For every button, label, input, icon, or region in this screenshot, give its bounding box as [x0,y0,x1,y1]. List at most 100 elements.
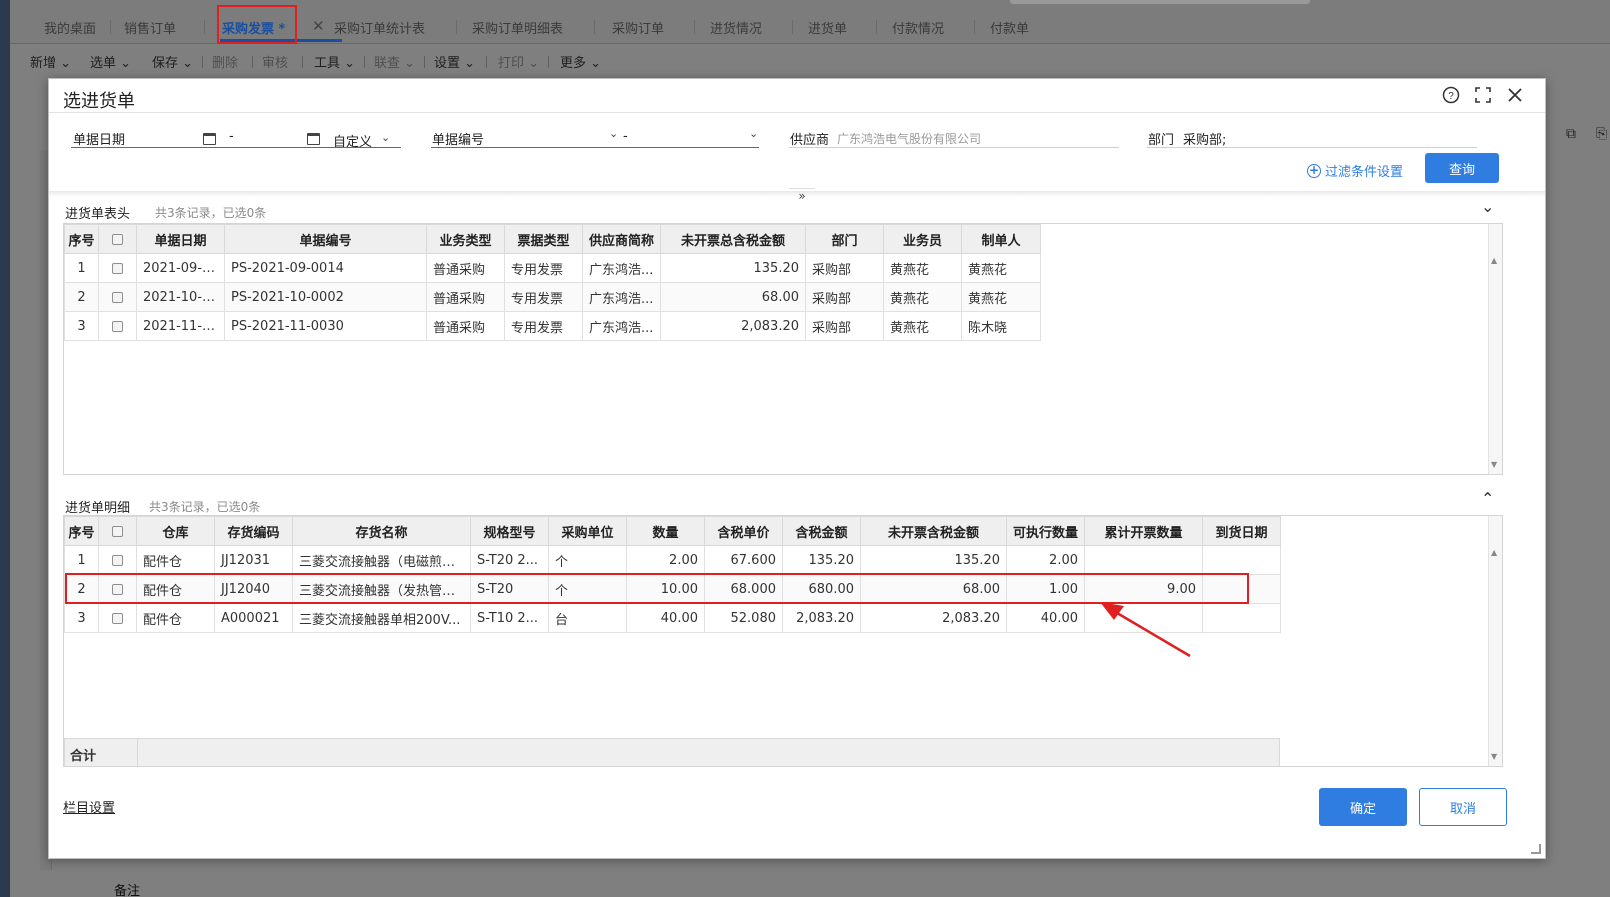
cell-select[interactable] [98,574,137,604]
toolbar-settings-button[interactable]: 设置 ⌄ [434,52,475,71]
tab-po-detail[interactable]: 采购订单明细表 [472,18,563,37]
help-icon[interactable]: ? [1441,85,1461,105]
close-icon[interactable]: ✕ [312,17,325,35]
table-row[interactable]: 2 2021-10-08 PS-2021-10-0002 普通采购 专用发票 广… [64,282,1041,312]
cell-select[interactable] [98,311,137,341]
col-header-supplier[interactable]: 供应商简称 [582,224,661,254]
cell-uninvoiced-amount: 2,083.20 [860,603,1007,633]
supplier-filter-input[interactable]: 广东鸿浩电气股份有限公司 [837,130,981,147]
tab-desktop[interactable]: 我的桌面 [44,18,96,37]
checkbox[interactable] [112,291,123,303]
resize-grip-icon[interactable] [1531,844,1541,854]
checkbox[interactable] [112,262,123,274]
col-header-exec-qty[interactable]: 可执行数量 [1006,516,1085,546]
col-header-select-all[interactable] [98,224,137,254]
copy-icon[interactable]: ⧉ [1566,126,1576,142]
chevron-down-icon[interactable]: ⌄ [1481,197,1494,216]
cell-code: PS-2021-11-0030 [224,311,427,341]
toolbar-separator [202,56,203,68]
tab-payment-status[interactable]: 付款情况 [892,18,944,37]
toolbar-audit-button[interactable]: 审核 [262,52,288,71]
column-settings-link[interactable]: 栏目设置 [63,797,115,816]
scroll-down-icon[interactable]: ▼ [1491,752,1497,761]
cell-select[interactable] [98,282,137,312]
chevron-up-icon[interactable]: ⌃ [1481,489,1494,508]
col-header-select-all[interactable] [98,516,137,546]
checkbox[interactable] [112,525,123,537]
paste-icon[interactable]: ⎘ [1596,126,1607,142]
checkbox[interactable] [112,583,123,595]
scroll-up-icon[interactable]: ▲ [1491,256,1497,265]
toolbar-delete-button[interactable]: 删除 [212,52,238,71]
toolbar-save-button[interactable]: 保存 ⌄ [152,52,193,71]
col-header-biz-type[interactable]: 业务类型 [426,224,505,254]
col-header-amount[interactable]: 含税金额 [782,516,861,546]
toolbar-more-button[interactable]: 更多 ⌄ [560,52,601,71]
cell-amount: 135.20 [782,545,861,575]
tab-payment[interactable]: 付款单 [990,18,1029,37]
dept-filter-input[interactable]: 采购部; [1183,129,1226,148]
col-header-qty[interactable]: 数量 [626,516,705,546]
chevron-down-icon[interactable]: ⌄ [749,127,758,140]
detail-grid-scrollbar[interactable]: ▲ ▼ [1488,516,1502,766]
confirm-button[interactable]: 确定 [1319,788,1407,826]
tab-receipt-status[interactable]: 进货情况 [710,18,762,37]
cell-select[interactable] [98,545,137,575]
table-row[interactable]: 2 配件仓 JJ12040 三菱交流接触器（发热管煎... S-T20 个 10… [64,574,1281,604]
close-icon[interactable] [1505,85,1525,105]
cell-select[interactable] [98,253,137,283]
toolbar-new-button[interactable]: 新增 ⌄ [30,52,71,71]
table-row[interactable]: 3 2021-11-12 PS-2021-11-0030 普通采购 专用发票 广… [64,311,1041,341]
header-grid-scrollbar[interactable]: ▲ ▼ [1488,224,1502,474]
tab-receipt[interactable]: 进货单 [808,18,847,37]
cell-select[interactable] [98,603,137,633]
tab-purchase-invoice[interactable]: 采购发票 * [222,18,285,37]
table-row[interactable]: 1 配件仓 JJ12031 三菱交流接触器（电磁煎饺... S-T20 2...… [64,545,1281,575]
col-header-bill-type[interactable]: 票据类型 [504,224,583,254]
double-chevron-down-icon[interactable]: » [789,188,815,203]
chevron-down-icon[interactable]: ⌄ [609,127,618,140]
toolbar-print-button[interactable]: 打印 ⌄ [498,52,539,71]
col-header-cum-invoiced-qty[interactable]: 累计开票数量 [1084,516,1203,546]
toolbar-select-button[interactable]: 选单 ⌄ [90,52,131,71]
chevron-down-icon[interactable]: ⌄ [381,131,390,144]
date-filter-underline [71,147,401,148]
filter-settings-link[interactable]: + 过滤条件设置 [1307,161,1403,180]
calendar-icon[interactable] [307,133,320,145]
col-header-code[interactable]: 单据编号 [224,224,427,254]
col-header-item-name[interactable]: 存货名称 [292,516,471,546]
col-header-dept[interactable]: 部门 [805,224,884,254]
col-header-warehouse[interactable]: 仓库 [136,516,215,546]
maximize-icon[interactable] [1473,85,1493,105]
col-header-spec[interactable]: 规格型号 [470,516,549,546]
col-header-maker[interactable]: 制单人 [961,224,1041,254]
query-button[interactable]: 查询 [1425,153,1499,183]
sum-row: 合计 [64,738,1280,766]
cancel-button[interactable]: 取消 [1419,788,1507,826]
cell-date: 2021-10-08 [136,282,225,312]
checkbox[interactable] [112,612,123,624]
table-row[interactable]: 3 配件仓 A000021 三菱交流接触器单相200V... S-T10 2..… [64,603,1281,633]
col-header-item-code[interactable]: 存货编码 [214,516,293,546]
checkbox[interactable] [112,233,123,245]
scroll-down-icon[interactable]: ▼ [1491,460,1497,469]
col-header-date[interactable]: 单据日期 [136,224,225,254]
tab-sales-order[interactable]: 销售订单 [124,18,176,37]
col-header-unit[interactable]: 采购单位 [548,516,627,546]
tab-po-statistics[interactable]: 采购订单统计表 [334,18,425,37]
col-header-uninvoiced-amount[interactable]: 未开票总含税金额 [660,224,806,254]
table-row[interactable]: 1 2021-09-10 PS-2021-09-0014 普通采购 专用发票 广… [64,253,1041,283]
calendar-icon[interactable] [203,133,216,145]
cell-no: 1 [64,253,99,283]
code-separator: - [623,129,628,144]
checkbox[interactable] [112,554,123,566]
col-header-price[interactable]: 含税单价 [704,516,783,546]
toolbar-lookup-button[interactable]: 联查 ⌄ [374,52,415,71]
col-header-uninvoiced-amount[interactable]: 未开票含税金额 [860,516,1007,546]
col-header-arrival-date[interactable]: 到货日期 [1202,516,1281,546]
col-header-salesman[interactable]: 业务员 [883,224,962,254]
tab-purchase-order[interactable]: 采购订单 [612,18,664,37]
scroll-up-icon[interactable]: ▲ [1491,548,1497,557]
checkbox[interactable] [112,320,123,332]
toolbar-tools-button[interactable]: 工具 ⌄ [314,52,355,71]
